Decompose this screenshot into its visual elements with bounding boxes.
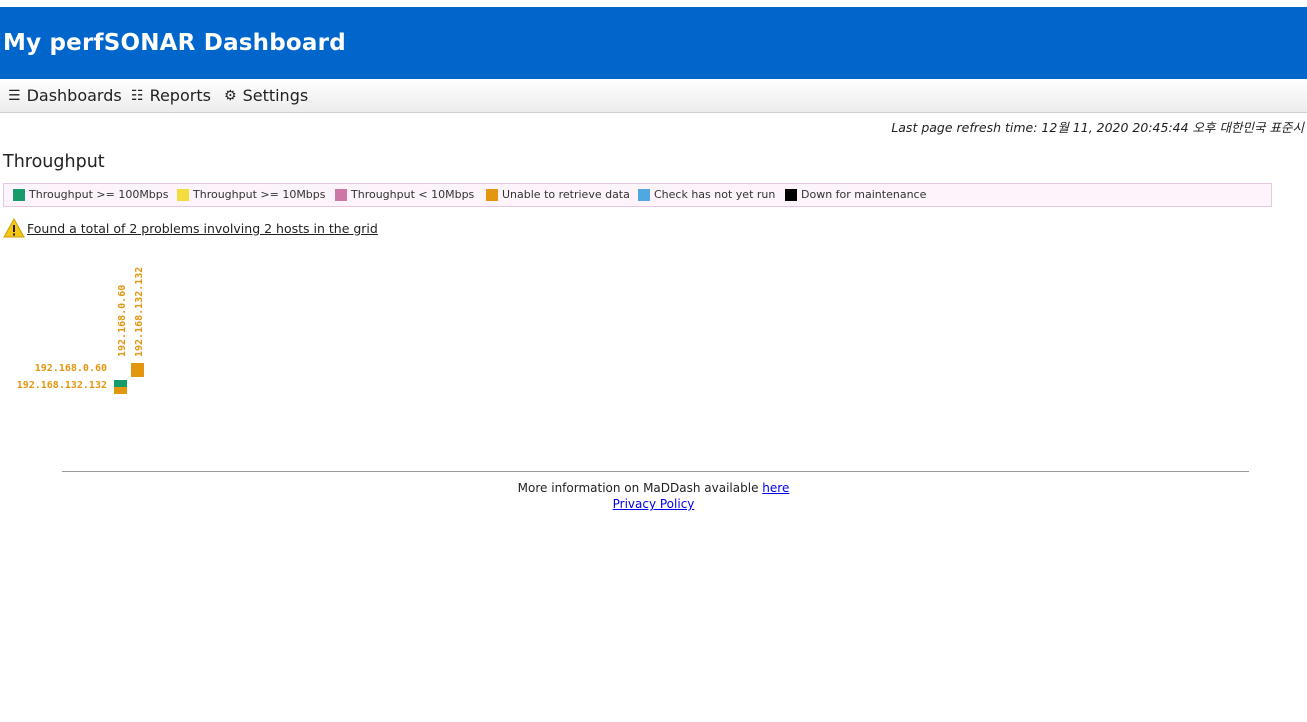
legend-swatch bbox=[785, 188, 797, 201]
legend-label: Check has not yet run bbox=[654, 188, 776, 201]
section-title: Throughput bbox=[3, 152, 105, 172]
legend: Throughput >= 100Mbps Throughput >= 10Mb… bbox=[3, 183, 1272, 207]
grid-cell-unable[interactable] bbox=[131, 363, 144, 377]
grid-cell-forward-ok bbox=[114, 380, 127, 387]
report-icon: ☷ bbox=[131, 87, 144, 104]
footer-divider bbox=[62, 471, 1249, 472]
grid-row-label: 192.168.0.60 bbox=[34, 363, 107, 374]
legend-item: Throughput < 10Mbps bbox=[335, 188, 474, 201]
footer-info: More information on MaDDash available he… bbox=[0, 481, 1307, 495]
grid-cell-reverse-unable bbox=[114, 387, 127, 394]
problems-summary: Found a total of 2 problems involving 2 … bbox=[3, 218, 378, 238]
legend-swatch bbox=[13, 188, 25, 201]
list-icon: ☰ bbox=[8, 87, 21, 104]
grid-cell-split[interactable] bbox=[114, 380, 127, 394]
menu-settings[interactable]: ⚙ Settings bbox=[224, 86, 308, 105]
menu-reports[interactable]: ☷ Reports bbox=[131, 86, 211, 105]
menu-dashboards[interactable]: ☰ Dashboards bbox=[8, 86, 122, 105]
footer-info-text: More information on MaDDash available bbox=[517, 481, 759, 495]
legend-swatch bbox=[638, 188, 650, 201]
legend-item: Throughput >= 10Mbps bbox=[177, 188, 326, 201]
header-bar: My perfSONAR Dashboard bbox=[0, 7, 1307, 79]
gear-icon: ⚙ bbox=[224, 87, 237, 104]
legend-swatch bbox=[486, 188, 498, 201]
legend-label: Unable to retrieve data bbox=[502, 188, 630, 201]
warning-icon bbox=[3, 218, 25, 238]
legend-swatch bbox=[335, 188, 347, 201]
menu-dashboards-label: Dashboards bbox=[26, 86, 122, 105]
legend-label: Throughput >= 10Mbps bbox=[193, 188, 326, 201]
legend-label: Throughput >= 100Mbps bbox=[29, 188, 169, 201]
top-strip bbox=[0, 0, 1307, 7]
menu-reports-label: Reports bbox=[149, 86, 211, 105]
legend-item: Unable to retrieve data bbox=[486, 188, 630, 201]
grid-column-label: 192.168.132.132 bbox=[134, 266, 145, 357]
problems-link[interactable]: Found a total of 2 problems involving 2 … bbox=[27, 221, 378, 236]
grid-row-label: 192.168.132.132 bbox=[16, 380, 107, 391]
legend-item: Down for maintenance bbox=[785, 188, 926, 201]
footer-here-link[interactable]: here bbox=[762, 481, 789, 495]
privacy-policy-link[interactable]: Privacy Policy bbox=[613, 497, 695, 511]
page-title: My perfSONAR Dashboard bbox=[3, 30, 346, 56]
grid-column-label: 192.168.0.60 bbox=[117, 284, 128, 357]
footer-privacy: Privacy Policy bbox=[0, 497, 1307, 511]
refresh-time: Last page refresh time: 12월 11, 2020 20:… bbox=[891, 120, 1304, 135]
legend-swatch bbox=[177, 188, 189, 201]
menu-bar: ☰ Dashboards ☷ Reports ⚙ Settings bbox=[0, 79, 1307, 113]
legend-item: Check has not yet run bbox=[638, 188, 775, 201]
legend-item: Throughput >= 100Mbps bbox=[13, 188, 169, 201]
menu-settings-label: Settings bbox=[242, 86, 309, 105]
legend-label: Down for maintenance bbox=[801, 188, 927, 201]
legend-label: Throughput < 10Mbps bbox=[351, 188, 475, 201]
